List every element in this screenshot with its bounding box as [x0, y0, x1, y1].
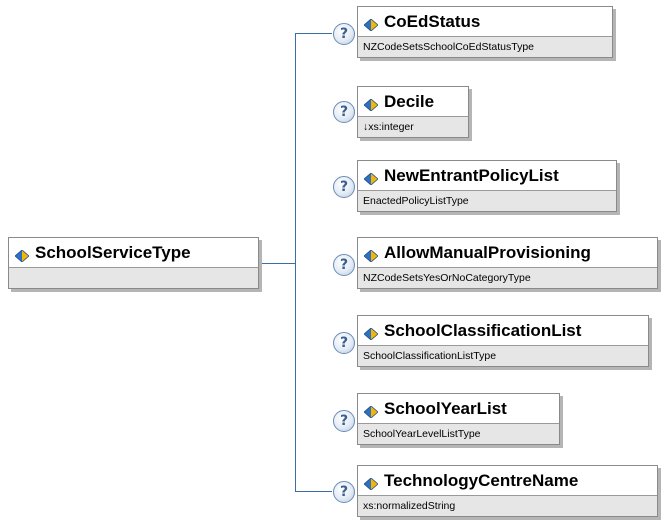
- help-icon[interactable]: ?: [333, 332, 355, 354]
- root-node[interactable]: SchoolServiceType: [8, 237, 259, 289]
- child-node[interactable]: SchoolClassificationList SchoolClassific…: [357, 315, 649, 367]
- root-title: SchoolServiceType: [9, 238, 258, 267]
- child-connector: [295, 33, 332, 34]
- root-connector: [259, 263, 296, 264]
- help-icon[interactable]: ?: [333, 23, 355, 45]
- help-icon[interactable]: ?: [333, 481, 355, 503]
- child-title: NewEntrantPolicyList: [358, 161, 616, 190]
- root-type: [9, 267, 258, 288]
- child-node[interactable]: SchoolYearList SchoolYearLevelListType: [357, 393, 560, 445]
- child-label: SchoolYearList: [384, 398, 507, 418]
- help-icon[interactable]: ?: [333, 101, 355, 123]
- child-type: SchoolClassificationListType: [358, 345, 648, 366]
- help-icon[interactable]: ?: [333, 176, 355, 198]
- child-type: ↓xs:integer: [358, 116, 468, 137]
- element-diamond-icon: [363, 247, 379, 263]
- child-type: xs:normalizedString: [358, 495, 657, 516]
- element-diamond-icon: [363, 96, 379, 112]
- child-title: TechnologyCentreName: [358, 466, 657, 495]
- schema-diagram: SchoolServiceType ? CoEdStatus NZCodeSet…: [0, 0, 670, 522]
- child-type: EnactedPolicyListType: [358, 190, 616, 211]
- element-diamond-icon: [363, 403, 379, 419]
- child-node[interactable]: Decile ↓xs:integer: [357, 86, 469, 138]
- child-title: Decile: [358, 87, 468, 116]
- child-label: SchoolClassificationList: [384, 320, 582, 340]
- child-label: NewEntrantPolicyList: [384, 165, 559, 185]
- child-title: SchoolClassificationList: [358, 316, 648, 345]
- help-icon[interactable]: ?: [333, 410, 355, 432]
- child-label: Decile: [384, 91, 435, 111]
- child-node[interactable]: TechnologyCentreName xs:normalizedString: [357, 465, 658, 517]
- child-title: AllowManualProvisioning: [358, 238, 657, 267]
- child-title: SchoolYearList: [358, 394, 559, 423]
- child-type: SchoolYearLevelListType: [358, 423, 559, 444]
- child-node[interactable]: NewEntrantPolicyList EnactedPolicyListTy…: [357, 160, 617, 212]
- trunk-connector: [295, 33, 296, 491]
- element-diamond-icon: [14, 247, 30, 263]
- child-connector: [295, 491, 332, 492]
- element-diamond-icon: [363, 170, 379, 186]
- child-label: TechnologyCentreName: [384, 470, 579, 490]
- child-node[interactable]: AllowManualProvisioning NZCodeSetsYesOrN…: [357, 237, 658, 289]
- child-type: NZCodeSetsSchoolCoEdStatusType: [358, 36, 612, 57]
- child-node[interactable]: CoEdStatus NZCodeSetsSchoolCoEdStatusTyp…: [357, 6, 613, 58]
- child-title: CoEdStatus: [358, 7, 612, 36]
- help-icon[interactable]: ?: [333, 254, 355, 276]
- child-type: NZCodeSetsYesOrNoCategoryType: [358, 267, 657, 288]
- child-label: AllowManualProvisioning: [384, 242, 591, 262]
- child-label: CoEdStatus: [384, 11, 481, 31]
- element-diamond-icon: [363, 16, 379, 32]
- element-diamond-icon: [363, 475, 379, 491]
- root-label: SchoolServiceType: [35, 242, 191, 262]
- element-diamond-icon: [363, 325, 379, 341]
